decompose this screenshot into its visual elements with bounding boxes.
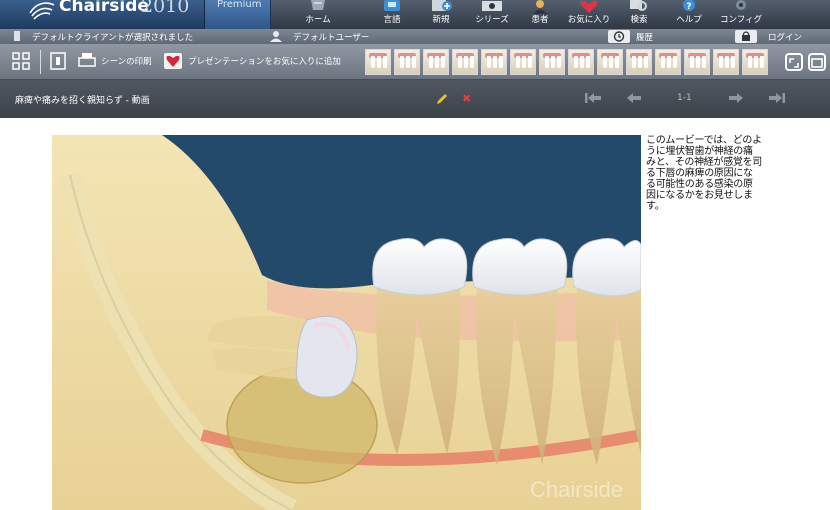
- config-icon: [736, 0, 746, 10]
- scene-thumbnail[interactable]: [365, 49, 391, 75]
- nav-series-label: シリーズ: [475, 15, 509, 25]
- nav-config-button[interactable]: コンフィグ: [716, 0, 766, 29]
- user-status-text[interactable]: デフォルトユーザー: [293, 31, 369, 43]
- window-icon: [811, 58, 823, 68]
- svg-text:?: ?: [686, 2, 691, 12]
- delete-x-icon[interactable]: ✖: [462, 92, 471, 105]
- scene-content: Chairside このムービーでは、どのように埋伏智歯が神経の痛みと、その神経…: [0, 118, 830, 510]
- scene-thumbnail[interactable]: [539, 49, 565, 75]
- login-button[interactable]: [735, 30, 757, 43]
- app-year: 2010: [141, 0, 190, 17]
- app-header: Chairside 2010 Premium ホーム 言語 新規 シリーズ 患者: [0, 0, 830, 29]
- nav-new-button[interactable]: 新規: [420, 0, 462, 29]
- status-bar: デフォルトクライアントが選択されました デフォルトユーザー 履歴 ログイン: [0, 29, 830, 44]
- nav-favorites-button[interactable]: お気に入り: [564, 0, 614, 29]
- nav-language-button[interactable]: 言語: [371, 0, 413, 29]
- scene-thumbnail[interactable]: [597, 49, 623, 75]
- nav-favorites-label: お気に入り: [567, 15, 611, 25]
- client-pin-icon: [14, 31, 20, 41]
- language-icon: [384, 0, 400, 11]
- nav-config-label: コンフィグ: [719, 15, 763, 25]
- scene-toolbar: シーンの印刷 プレゼンテーションをお気に入りに追加: [0, 44, 830, 80]
- chairside-logo-icon: [29, 2, 55, 20]
- logo-area: Chairside 2010: [0, 0, 205, 29]
- patient-icon: [533, 0, 547, 14]
- wisdom-tooth-illustration: Chairside: [52, 135, 641, 510]
- page-indicator: 1-1: [677, 93, 692, 103]
- nav-patient-button[interactable]: 患者: [519, 0, 561, 29]
- printer-icon[interactable]: [78, 52, 96, 70]
- search-icon: [630, 0, 647, 11]
- favorites-icon: [580, 0, 598, 14]
- app-brand: Chairside: [59, 0, 149, 16]
- expand-icon: [789, 58, 799, 68]
- clock-icon: [613, 31, 625, 42]
- scene-title-bar: 麻痺や痛みを招く親知らず - 動画 ✖ 1-1: [0, 80, 830, 118]
- chairside-app-window: Chairside 2010 Premium ホーム 言語 新規 シリーズ 患者: [0, 0, 830, 510]
- nav-search-label: 検索: [630, 15, 648, 25]
- user-icon: [270, 31, 282, 42]
- fullscreen-button[interactable]: [785, 53, 803, 71]
- scene-video-player[interactable]: Chairside: [52, 135, 641, 510]
- login-label[interactable]: ログイン: [768, 31, 802, 43]
- layout-grid-icon[interactable]: [12, 52, 30, 70]
- print-scene-button[interactable]: シーンの印刷: [101, 55, 152, 67]
- scene-title: 麻痺や痛みを招く親知らず - 動画: [15, 96, 150, 106]
- previous-page-icon[interactable]: [626, 92, 642, 104]
- first-page-icon[interactable]: [584, 92, 602, 104]
- scene-thumbnail[interactable]: [626, 49, 652, 75]
- next-page-icon[interactable]: [728, 92, 744, 104]
- series-icon: [482, 1, 502, 11]
- edition-badge: Premium: [205, 0, 271, 29]
- last-page-icon[interactable]: [768, 92, 786, 104]
- nav-help-button[interactable]: ? ヘルプ: [668, 0, 710, 29]
- lock-icon: [742, 31, 750, 41]
- history-label[interactable]: 履歴: [636, 31, 653, 43]
- scene-thumbnail[interactable]: [742, 49, 768, 75]
- history-button[interactable]: [608, 30, 630, 43]
- window-mode-button[interactable]: [808, 53, 826, 71]
- slide-info-icon[interactable]: [50, 52, 66, 70]
- home-icon: [311, 0, 325, 10]
- scene-thumbnail[interactable]: [713, 49, 739, 75]
- nav-home-label: ホーム: [305, 15, 331, 25]
- help-icon: ?: [683, 0, 695, 12]
- toolbar-divider: [40, 50, 41, 74]
- scene-thumbnail[interactable]: [452, 49, 478, 75]
- scene-thumbnail[interactable]: [423, 49, 449, 75]
- scene-thumbnail[interactable]: [394, 49, 420, 75]
- client-status-text: デフォルトクライアントが選択されました: [32, 33, 194, 43]
- scene-thumbnail[interactable]: [481, 49, 507, 75]
- nav-home-button[interactable]: ホーム: [296, 0, 340, 29]
- nav-patient-label: 患者: [531, 15, 549, 25]
- edition-label: Premium: [217, 0, 262, 10]
- new-icon: [432, 0, 452, 11]
- scene-thumbnail[interactable]: [684, 49, 710, 75]
- nav-help-label: ヘルプ: [676, 15, 702, 25]
- video-watermark: Chairside: [530, 477, 623, 502]
- nav-new-label: 新規: [432, 15, 450, 25]
- nav-language-label: 言語: [383, 15, 401, 25]
- nav-series-button[interactable]: シリーズ: [470, 0, 514, 29]
- scene-thumbnail[interactable]: [510, 49, 536, 75]
- pencil-edit-icon[interactable]: [436, 93, 448, 105]
- heart-favorite-icon[interactable]: [164, 52, 182, 70]
- scene-thumbnail[interactable]: [655, 49, 681, 75]
- scene-thumbnail[interactable]: [568, 49, 594, 75]
- add-to-favorites-button[interactable]: プレゼンテーションをお気に入りに追加: [188, 55, 341, 67]
- scene-description: このムービーでは、どのように埋伏智歯が神経の痛みと、その神経が感覚を司る下唇の麻…: [646, 135, 762, 212]
- nav-search-button[interactable]: 検索: [618, 0, 660, 29]
